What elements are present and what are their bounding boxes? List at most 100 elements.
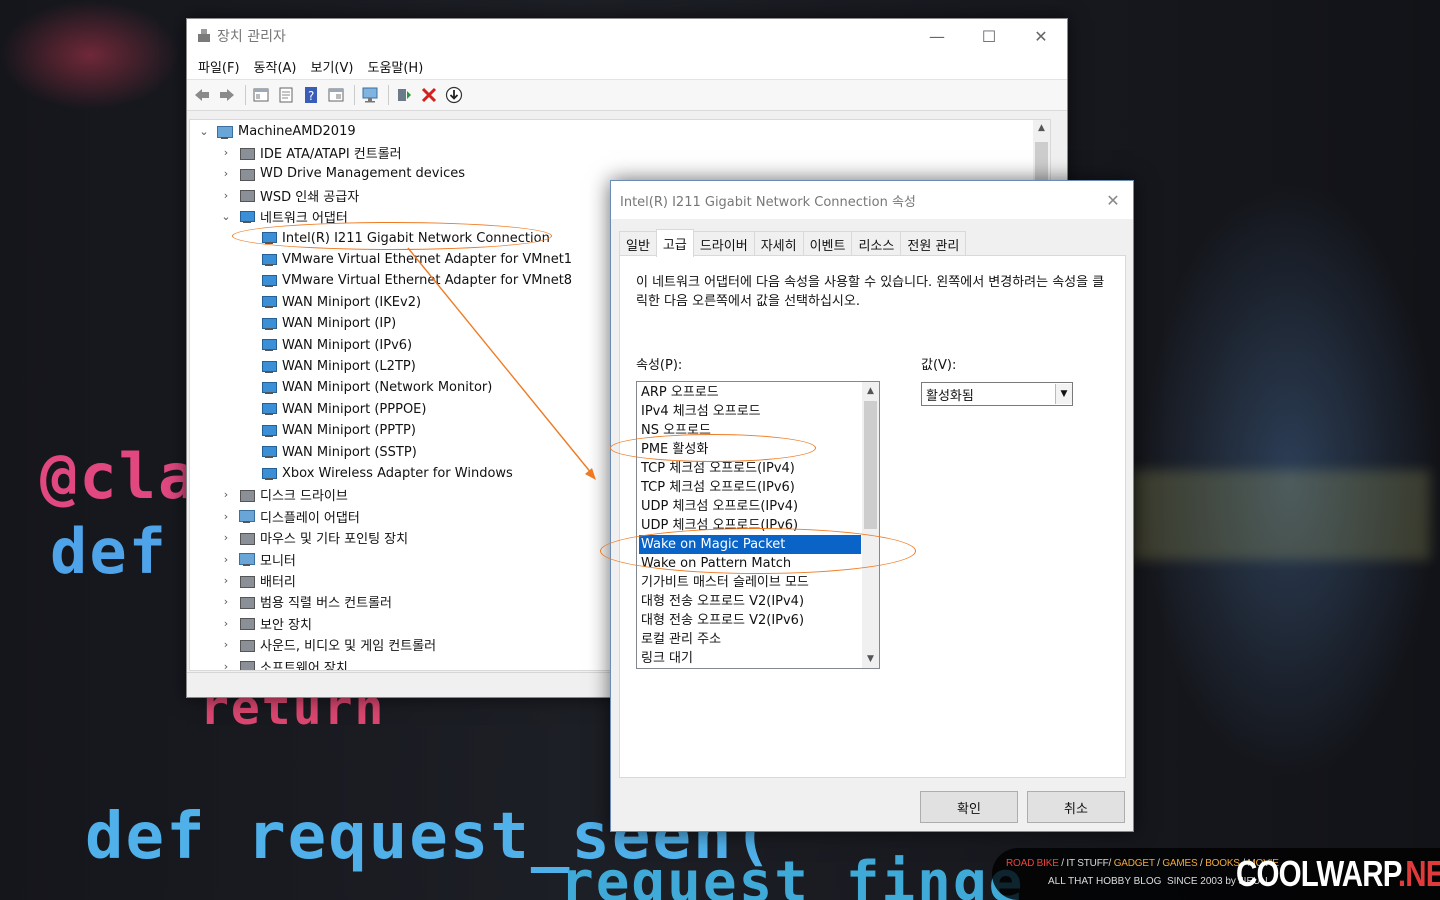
property-list[interactable]: ARP 오프로드 IPv4 체크섬 오프로드 NS 오프로드 PME 활성화 TCP 체…: [636, 381, 880, 669]
network-adapter-icon: [260, 381, 277, 395]
tree-device[interactable]: WAN Miniport (IP): [260, 313, 396, 334]
scroll-down-arrow[interactable]: ▼: [862, 650, 879, 668]
property-list-item[interactable]: PME 활성화: [639, 440, 861, 459]
chevron-right-icon[interactable]: ›: [220, 510, 232, 523]
network-adapter-icon: [260, 231, 277, 245]
tab-driver[interactable]: 드라이버: [692, 231, 755, 256]
enable-device-button[interactable]: [443, 84, 465, 106]
property-list-item[interactable]: 대형 전송 오프로드 V2(IPv6): [639, 611, 861, 630]
tree-category[interactable]: › 범용 직렬 버스 컨트롤러: [220, 591, 392, 612]
property-list-item[interactable]: 로컬 관리 주소: [639, 630, 861, 649]
tree-device[interactable]: Xbox Wireless Adapter for Windows: [260, 463, 513, 484]
tree-device[interactable]: WAN Miniport (IKEv2): [260, 292, 421, 313]
tree-item-label: WAN Miniport (IKEv2): [282, 294, 422, 310]
property-list-scrollbar[interactable]: ▲ ▼: [862, 382, 879, 668]
tree-category[interactable]: › 디스플레이 어댑터: [220, 506, 360, 527]
dialog-close-icon[interactable]: ✕: [1093, 191, 1133, 210]
property-list-item[interactable]: 기가비트 매스터 슬레이브 모드: [639, 573, 861, 592]
tab-events[interactable]: 이벤트: [802, 231, 853, 256]
chevron-right-icon[interactable]: ›: [220, 574, 232, 587]
view-button[interactable]: [325, 84, 347, 106]
back-button[interactable]: [191, 84, 213, 106]
menu-view[interactable]: 보기(V): [304, 57, 361, 76]
tree-category[interactable]: › 소프트웨어 장치: [220, 656, 348, 670]
tree-device[interactable]: VMware Virtual Ethernet Adapter for VMne…: [260, 270, 572, 291]
tree-item-label: WAN Miniport (L2TP): [282, 359, 416, 374]
tree-device[interactable]: WAN Miniport (IPv6): [260, 335, 412, 356]
tree-category[interactable]: ⌄ 네트워크 어댑터: [220, 206, 347, 227]
cancel-button[interactable]: 취소: [1027, 791, 1125, 823]
tree-device[interactable]: VMware Virtual Ethernet Adapter for VMne…: [260, 249, 572, 270]
property-list-item[interactable]: TCP 체크섬 오프로드(IPv6): [639, 478, 861, 497]
chevron-right-icon[interactable]: ›: [220, 146, 232, 159]
chevron-right-icon[interactable]: ›: [220, 488, 232, 501]
forward-button[interactable]: [216, 84, 238, 106]
tree-category[interactable]: › 마우스 및 기타 포인팅 장치: [220, 527, 408, 548]
property-list-item[interactable]: NS 오프로드: [639, 421, 861, 440]
tree-device[interactable]: WAN Miniport (PPPOE): [260, 399, 426, 420]
window-view-icon: [328, 88, 344, 102]
scan-hardware-button[interactable]: [359, 84, 381, 106]
tree-root[interactable]: ⌄ MachineAMD2019: [198, 121, 355, 142]
menu-action[interactable]: 동작(A): [247, 57, 304, 76]
chevron-down-icon[interactable]: ⌄: [220, 210, 232, 223]
chevron-right-icon[interactable]: ›: [220, 595, 232, 608]
property-list-item[interactable]: IPv4 체크섬 오프로드: [639, 402, 861, 421]
chevron-right-icon[interactable]: ›: [220, 617, 232, 630]
tree-category[interactable]: › 보안 장치: [220, 613, 312, 634]
show-hide-console-button[interactable]: [250, 84, 272, 106]
tree-device[interactable]: WAN Miniport (SSTP): [260, 442, 417, 463]
tab-advanced[interactable]: 고급: [655, 229, 694, 257]
tab-power-management[interactable]: 전원 관리: [900, 231, 967, 256]
chevron-right-icon[interactable]: ›: [220, 167, 232, 180]
menu-file[interactable]: 파일(F): [191, 57, 247, 76]
uninstall-device-button[interactable]: [418, 84, 440, 106]
tree-device[interactable]: WAN Miniport (PPTP): [260, 420, 416, 441]
property-list-item[interactable]: Wake on Pattern Match: [639, 554, 861, 573]
value-dropdown[interactable]: 활성화됨 ▼: [921, 382, 1073, 406]
properties-button[interactable]: [275, 84, 297, 106]
update-driver-button[interactable]: [393, 84, 415, 106]
maximize-button[interactable]: ☐: [963, 19, 1015, 53]
property-list-item[interactable]: UDP 체크섬 오프로드(IPv4): [639, 497, 861, 516]
tree-category[interactable]: › WD Drive Management devices: [220, 163, 465, 184]
tab-details[interactable]: 자세히: [753, 231, 804, 256]
tree-category[interactable]: › 모니터: [220, 549, 296, 570]
menu-help[interactable]: 도움말(H): [360, 57, 430, 76]
scroll-thumb[interactable]: [864, 401, 877, 529]
tree-category[interactable]: › WSD 인쇄 공급자: [220, 185, 359, 206]
ok-button[interactable]: 확인: [920, 791, 1018, 823]
chevron-right-icon[interactable]: ›: [220, 189, 232, 202]
tree-category[interactable]: › IDE ATA/ATAPI 컨트롤러: [220, 142, 402, 163]
property-list-item[interactable]: TCP 체크섬 오프로드(IPv4): [639, 459, 861, 478]
tree-category[interactable]: › 디스크 드라이브: [220, 484, 348, 505]
chevron-right-icon[interactable]: ›: [220, 553, 232, 566]
tree-device[interactable]: Intel(R) I211 Gigabit Network Connection: [260, 228, 550, 249]
tab-resources[interactable]: 리소스: [851, 231, 902, 256]
property-list-item[interactable]: UDP 체크섬 오프로드(IPv6): [639, 516, 861, 535]
ide-controller-icon: [238, 146, 255, 160]
property-list-item[interactable]: 대형 전송 오프로드 V2(IPv4): [639, 592, 861, 611]
arrow-left-icon: [195, 89, 209, 101]
tree-category[interactable]: › 배터리: [220, 570, 296, 591]
scroll-up-arrow[interactable]: ▲: [1033, 120, 1050, 137]
chevron-right-icon[interactable]: ›: [220, 531, 232, 544]
property-list-item[interactable]: Wake on Magic Packet: [639, 535, 861, 554]
chevron-down-icon[interactable]: ⌄: [198, 125, 210, 138]
network-adapter-icon: [260, 360, 277, 374]
chevron-down-icon[interactable]: ▼: [1055, 384, 1072, 404]
property-list-item[interactable]: 링크 대기: [639, 649, 861, 668]
tree-item-label: VMware Virtual Ethernet Adapter for VMne…: [282, 273, 573, 289]
tree-device[interactable]: WAN Miniport (L2TP): [260, 356, 416, 377]
chevron-right-icon[interactable]: ›: [220, 660, 232, 670]
chevron-right-icon[interactable]: ›: [220, 638, 232, 651]
tree-category[interactable]: › 사운드, 비디오 및 게임 컨트롤러: [220, 634, 436, 655]
property-list-item[interactable]: ARP 오프로드: [639, 383, 861, 402]
tab-general[interactable]: 일반: [619, 231, 657, 256]
tree-device[interactable]: WAN Miniport (Network Monitor): [260, 377, 492, 398]
help-button[interactable]: ?: [300, 84, 322, 106]
network-adapter-icon: [260, 253, 277, 267]
scroll-up-arrow[interactable]: ▲: [862, 382, 879, 400]
minimize-button[interactable]: —: [911, 19, 963, 53]
close-button[interactable]: ✕: [1015, 19, 1067, 53]
